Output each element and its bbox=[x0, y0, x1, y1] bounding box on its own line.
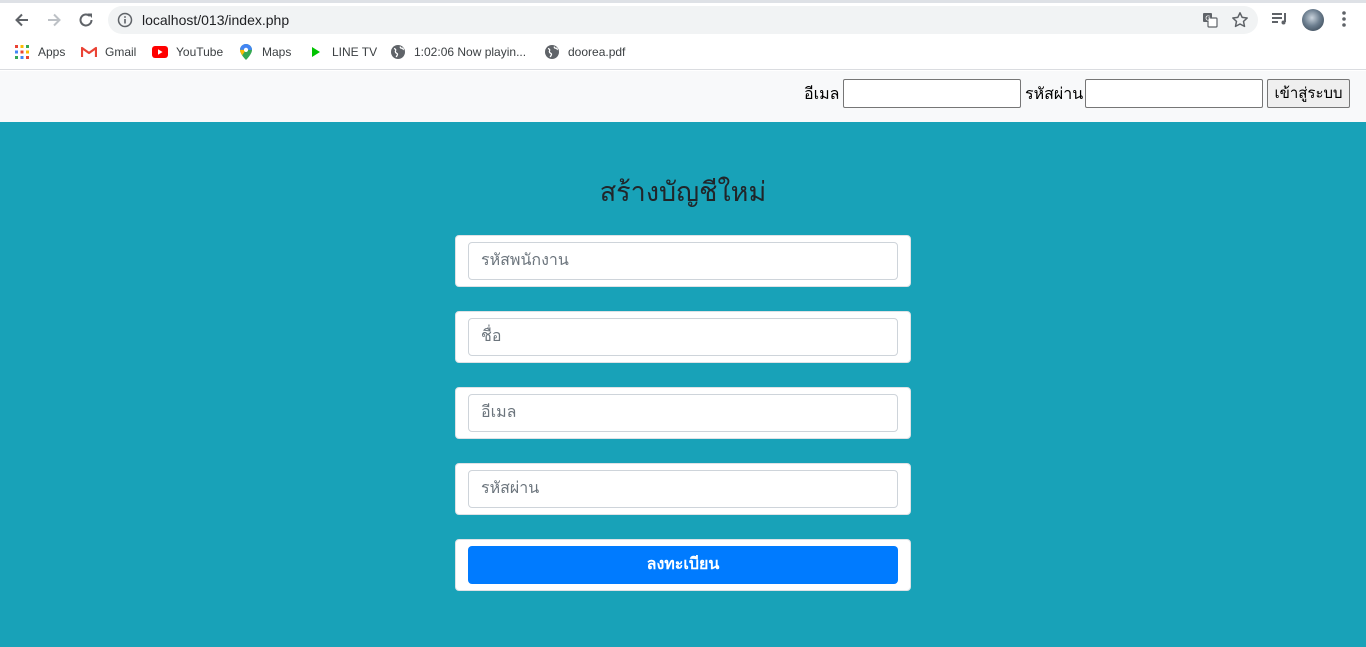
password-label: รหัสผ่าน bbox=[1025, 86, 1084, 103]
bookmark-doorea-pdf[interactable]: doorea.pdf bbox=[544, 37, 625, 67]
bookmark-label: doorea.pdf bbox=[568, 45, 626, 59]
bookmark-label: 1:02:06 Now playin... bbox=[414, 45, 527, 59]
form-card: รหัสผ่าน bbox=[455, 463, 911, 515]
bookmarks-bar: Apps Gmail YouTube Maps LINE TV 1:02:06 … bbox=[0, 37, 1366, 70]
name-input[interactable]: ชื่อ bbox=[468, 318, 898, 356]
play-icon bbox=[308, 44, 324, 60]
globe-icon bbox=[544, 44, 560, 60]
input-placeholder: อีเมล bbox=[481, 404, 517, 421]
media-queue-icon[interactable] bbox=[1270, 9, 1290, 29]
arrow-right-icon bbox=[48, 13, 61, 27]
form-card: รหัสพนักงาน bbox=[455, 235, 911, 287]
bookmark-star-icon[interactable] bbox=[1231, 11, 1249, 29]
profile-avatar[interactable] bbox=[1302, 9, 1324, 31]
employee-id-input[interactable]: รหัสพนักงาน bbox=[468, 242, 898, 280]
bookmark-line-tv[interactable]: LINE TV bbox=[308, 37, 377, 67]
arrow-left-icon bbox=[15, 13, 28, 27]
reload-button[interactable] bbox=[73, 7, 99, 33]
bookmark-gmail[interactable]: Gmail bbox=[81, 37, 136, 67]
url-text[interactable]: localhost/013/index.php bbox=[142, 6, 289, 34]
bookmark-label: Maps bbox=[262, 45, 292, 59]
register-title: สร้างบัญชีใหม่ bbox=[599, 177, 767, 207]
login-navbar: อีเมล รหัสผ่าน เข้าสู่ระบบ bbox=[0, 71, 1366, 122]
form-card: ชื่อ bbox=[455, 311, 911, 363]
bookmark-label: LINE TV bbox=[332, 45, 378, 59]
bookmark-maps[interactable]: Maps bbox=[238, 37, 291, 67]
info-icon[interactable] bbox=[117, 12, 133, 28]
email-input[interactable]: อีเมล bbox=[468, 394, 898, 432]
svg-text:G: G bbox=[1205, 14, 1210, 22]
bookmark-apps[interactable]: Apps bbox=[14, 37, 65, 67]
input-placeholder: รหัสพนักงาน bbox=[481, 252, 569, 269]
youtube-icon bbox=[152, 44, 168, 60]
form-card: ลงทะเบียน bbox=[455, 539, 911, 591]
translate-icon[interactable]: G bbox=[1202, 12, 1218, 28]
gmail-icon bbox=[81, 44, 97, 60]
bookmark-youtube[interactable]: YouTube bbox=[152, 37, 223, 67]
forward-button[interactable] bbox=[41, 7, 67, 33]
register-section: สร้างบัญชีใหม่ รหัสพนักงาน ชื่อ อีเมล รห… bbox=[0, 122, 1366, 647]
browser-toolbar: localhost/013/index.php G bbox=[0, 3, 1366, 37]
globe-icon bbox=[390, 44, 406, 60]
kebab-menu-icon[interactable] bbox=[1336, 9, 1352, 29]
login-password-input[interactable] bbox=[1085, 79, 1263, 108]
bookmark-label: YouTube bbox=[176, 45, 224, 59]
reload-icon bbox=[79, 13, 93, 27]
bookmark-now-playing[interactable]: 1:02:06 Now playin... bbox=[390, 37, 526, 67]
address-bar[interactable]: localhost/013/index.php G bbox=[108, 6, 1258, 34]
input-placeholder: ชื่อ bbox=[481, 328, 502, 345]
login-button[interactable]: เข้าสู่ระบบ bbox=[1267, 79, 1350, 108]
form-card: อีเมล bbox=[455, 387, 911, 439]
bookmark-label: Gmail bbox=[105, 45, 137, 59]
apps-grid-icon bbox=[14, 44, 30, 60]
maps-pin-icon bbox=[238, 44, 254, 60]
password-input[interactable]: รหัสผ่าน bbox=[468, 470, 898, 508]
email-label: อีเมล bbox=[804, 86, 840, 103]
bookmark-label: Apps bbox=[38, 45, 66, 59]
login-email-input[interactable] bbox=[843, 79, 1021, 108]
input-placeholder: รหัสผ่าน bbox=[481, 480, 540, 497]
back-button[interactable] bbox=[9, 7, 35, 33]
register-button[interactable]: ลงทะเบียน bbox=[468, 546, 898, 584]
